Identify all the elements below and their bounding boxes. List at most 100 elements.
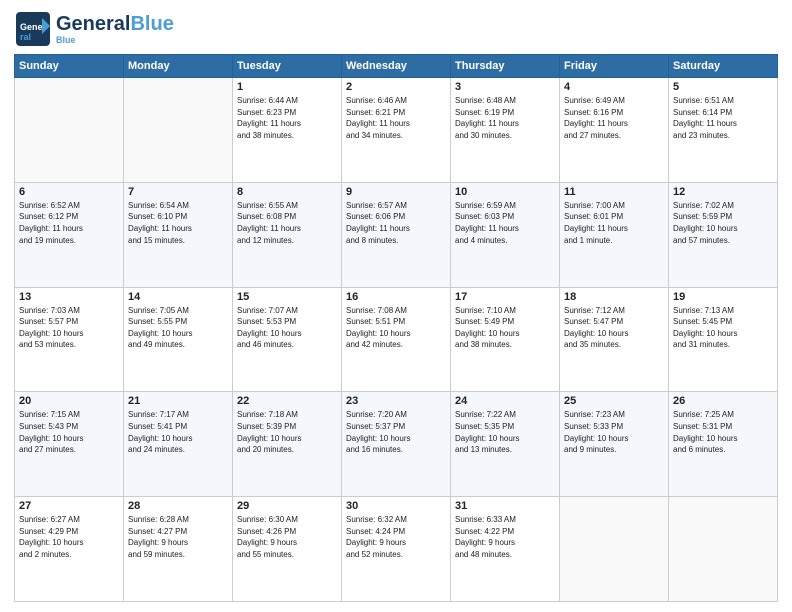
- calendar-table: SundayMondayTuesdayWednesdayThursdayFrid…: [14, 54, 778, 602]
- calendar-cell: 15 Sunrise: 7:07 AM Sunset: 5:53 PM Dayli…: [233, 287, 342, 392]
- day-number: 17: [455, 291, 555, 303]
- day-info: Sunrise: 7:03 AM Sunset: 5:57 PM Dayligh…: [19, 305, 119, 351]
- day-info: Sunrise: 6:27 AM Sunset: 4:29 PM Dayligh…: [19, 514, 119, 560]
- day-info: Sunrise: 6:28 AM Sunset: 4:27 PM Dayligh…: [128, 514, 228, 560]
- calendar-cell: 31 Sunrise: 6:33 AM Sunset: 4:22 PM Dayli…: [451, 497, 560, 602]
- day-number: 9: [346, 186, 446, 198]
- calendar-cell: 30 Sunrise: 6:32 AM Sunset: 4:24 PM Dayli…: [342, 497, 451, 602]
- day-info: Sunrise: 6:30 AM Sunset: 4:26 PM Dayligh…: [237, 514, 337, 560]
- calendar-header-monday: Monday: [124, 55, 233, 78]
- calendar-week-3: 13 Sunrise: 7:03 AM Sunset: 5:57 PM Dayli…: [15, 287, 778, 392]
- day-info: Sunrise: 6:33 AM Sunset: 4:22 PM Dayligh…: [455, 514, 555, 560]
- day-number: 3: [455, 81, 555, 93]
- calendar-cell: 21 Sunrise: 7:17 AM Sunset: 5:41 PM Dayli…: [124, 392, 233, 497]
- day-info: Sunrise: 6:52 AM Sunset: 6:12 PM Dayligh…: [19, 200, 119, 246]
- calendar-cell: 27 Sunrise: 6:27 AM Sunset: 4:29 PM Dayli…: [15, 497, 124, 602]
- calendar-week-1: 1Sunrise: 6:44 AM Sunset: 6:23 PM Daylig…: [15, 78, 778, 183]
- day-info: Sunrise: 7:23 AM Sunset: 5:33 PM Dayligh…: [564, 409, 664, 455]
- calendar-cell: 6 Sunrise: 6:52 AM Sunset: 6:12 PM Daylig…: [15, 182, 124, 287]
- calendar-cell: [669, 497, 778, 602]
- day-info: Sunrise: 7:12 AM Sunset: 5:47 PM Dayligh…: [564, 305, 664, 351]
- calendar-cell: 18 Sunrise: 7:12 AM Sunset: 5:47 PM Dayli…: [560, 287, 669, 392]
- day-info: Sunrise: 7:07 AM Sunset: 5:53 PM Dayligh…: [237, 305, 337, 351]
- calendar-cell: [560, 497, 669, 602]
- day-number: 10: [455, 186, 555, 198]
- svg-text:ral: ral: [20, 32, 31, 42]
- calendar-cell: 16 Sunrise: 7:08 AM Sunset: 5:51 PM Dayli…: [342, 287, 451, 392]
- calendar-header-sunday: Sunday: [15, 55, 124, 78]
- day-number: 8: [237, 186, 337, 198]
- day-number: 30: [346, 500, 446, 512]
- day-info: Sunrise: 7:22 AM Sunset: 5:35 PM Dayligh…: [455, 409, 555, 455]
- day-number: 28: [128, 500, 228, 512]
- day-number: 27: [19, 500, 119, 512]
- calendar-cell: 17 Sunrise: 7:10 AM Sunset: 5:49 PM Dayli…: [451, 287, 560, 392]
- day-number: 29: [237, 500, 337, 512]
- calendar-week-2: 6 Sunrise: 6:52 AM Sunset: 6:12 PM Daylig…: [15, 182, 778, 287]
- day-number: 5: [673, 81, 773, 93]
- calendar-cell: 22 Sunrise: 7:18 AM Sunset: 5:39 PM Dayli…: [233, 392, 342, 497]
- calendar-cell: 26Sunrise: 7:25 AM Sunset: 5:31 PM Dayli…: [669, 392, 778, 497]
- day-info: Sunrise: 7:17 AM Sunset: 5:41 PM Dayligh…: [128, 409, 228, 455]
- day-number: 11: [564, 186, 664, 198]
- calendar-cell: 3Sunrise: 6:48 AM Sunset: 6:19 PM Daylig…: [451, 78, 560, 183]
- day-info: Sunrise: 6:59 AM Sunset: 6:03 PM Dayligh…: [455, 200, 555, 246]
- day-number: 18: [564, 291, 664, 303]
- calendar-cell: 4Sunrise: 6:49 AM Sunset: 6:16 PM Daylig…: [560, 78, 669, 183]
- day-info: Sunrise: 6:55 AM Sunset: 6:08 PM Dayligh…: [237, 200, 337, 246]
- calendar-cell: 7Sunrise: 6:54 AM Sunset: 6:10 PM Daylig…: [124, 182, 233, 287]
- day-info: Sunrise: 7:10 AM Sunset: 5:49 PM Dayligh…: [455, 305, 555, 351]
- calendar-cell: 13 Sunrise: 7:03 AM Sunset: 5:57 PM Dayli…: [15, 287, 124, 392]
- calendar-cell: 9 Sunrise: 6:57 AM Sunset: 6:06 PM Daylig…: [342, 182, 451, 287]
- day-number: 26: [673, 395, 773, 407]
- day-info: Sunrise: 6:57 AM Sunset: 6:06 PM Dayligh…: [346, 200, 446, 246]
- day-number: 20: [19, 395, 119, 407]
- svg-text:Gene: Gene: [20, 22, 43, 32]
- day-info: Sunrise: 6:54 AM Sunset: 6:10 PM Dayligh…: [128, 200, 228, 246]
- day-number: 6: [19, 186, 119, 198]
- day-number: 13: [19, 291, 119, 303]
- calendar-header-saturday: Saturday: [669, 55, 778, 78]
- day-info: Sunrise: 6:46 AM Sunset: 6:21 PM Dayligh…: [346, 95, 446, 141]
- calendar-cell: 1Sunrise: 6:44 AM Sunset: 6:23 PM Daylig…: [233, 78, 342, 183]
- calendar-header-row: SundayMondayTuesdayWednesdayThursdayFrid…: [15, 55, 778, 78]
- logo: Gene ral GeneralBlue Blue: [14, 10, 174, 48]
- calendar-cell: 10 Sunrise: 6:59 AM Sunset: 6:03 PM Dayli…: [451, 182, 560, 287]
- header: Gene ral GeneralBlue Blue: [14, 10, 778, 48]
- day-number: 24: [455, 395, 555, 407]
- calendar-cell: 28 Sunrise: 6:28 AM Sunset: 4:27 PM Dayli…: [124, 497, 233, 602]
- day-info: Sunrise: 7:02 AM Sunset: 5:59 PM Dayligh…: [673, 200, 773, 246]
- calendar-cell: 29 Sunrise: 6:30 AM Sunset: 4:26 PM Dayli…: [233, 497, 342, 602]
- day-info: Sunrise: 7:00 AM Sunset: 6:01 PM Dayligh…: [564, 200, 664, 246]
- calendar-cell: 5Sunrise: 6:51 AM Sunset: 6:14 PM Daylig…: [669, 78, 778, 183]
- day-number: 21: [128, 395, 228, 407]
- day-number: 23: [346, 395, 446, 407]
- calendar-cell: 2 Sunrise: 6:46 AM Sunset: 6:21 PM Daylig…: [342, 78, 451, 183]
- day-number: 22: [237, 395, 337, 407]
- calendar-cell: 25Sunrise: 7:23 AM Sunset: 5:33 PM Dayli…: [560, 392, 669, 497]
- day-number: 2: [346, 81, 446, 93]
- day-number: 15: [237, 291, 337, 303]
- day-info: Sunrise: 7:18 AM Sunset: 5:39 PM Dayligh…: [237, 409, 337, 455]
- calendar-week-5: 27 Sunrise: 6:27 AM Sunset: 4:29 PM Dayli…: [15, 497, 778, 602]
- calendar-cell: [124, 78, 233, 183]
- logo-text: GeneralBlue: [56, 13, 174, 35]
- calendar-cell: 11 Sunrise: 7:00 AM Sunset: 6:01 PM Dayli…: [560, 182, 669, 287]
- day-info: Sunrise: 6:32 AM Sunset: 4:24 PM Dayligh…: [346, 514, 446, 560]
- calendar-cell: 8 Sunrise: 6:55 AM Sunset: 6:08 PM Daylig…: [233, 182, 342, 287]
- day-number: 19: [673, 291, 773, 303]
- day-number: 31: [455, 500, 555, 512]
- day-info: Sunrise: 7:15 AM Sunset: 5:43 PM Dayligh…: [19, 409, 119, 455]
- day-number: 16: [346, 291, 446, 303]
- day-number: 14: [128, 291, 228, 303]
- day-info: Sunrise: 7:08 AM Sunset: 5:51 PM Dayligh…: [346, 305, 446, 351]
- calendar-cell: 19 Sunrise: 7:13 AM Sunset: 5:45 PM Dayli…: [669, 287, 778, 392]
- calendar-cell: [15, 78, 124, 183]
- calendar-week-4: 20 Sunrise: 7:15 AM Sunset: 5:43 PM Dayli…: [15, 392, 778, 497]
- calendar-cell: 23Sunrise: 7:20 AM Sunset: 5:37 PM Dayli…: [342, 392, 451, 497]
- calendar-header-friday: Friday: [560, 55, 669, 78]
- calendar-header-thursday: Thursday: [451, 55, 560, 78]
- day-info: Sunrise: 7:13 AM Sunset: 5:45 PM Dayligh…: [673, 305, 773, 351]
- day-number: 1: [237, 81, 337, 93]
- day-info: Sunrise: 7:05 AM Sunset: 5:55 PM Dayligh…: [128, 305, 228, 351]
